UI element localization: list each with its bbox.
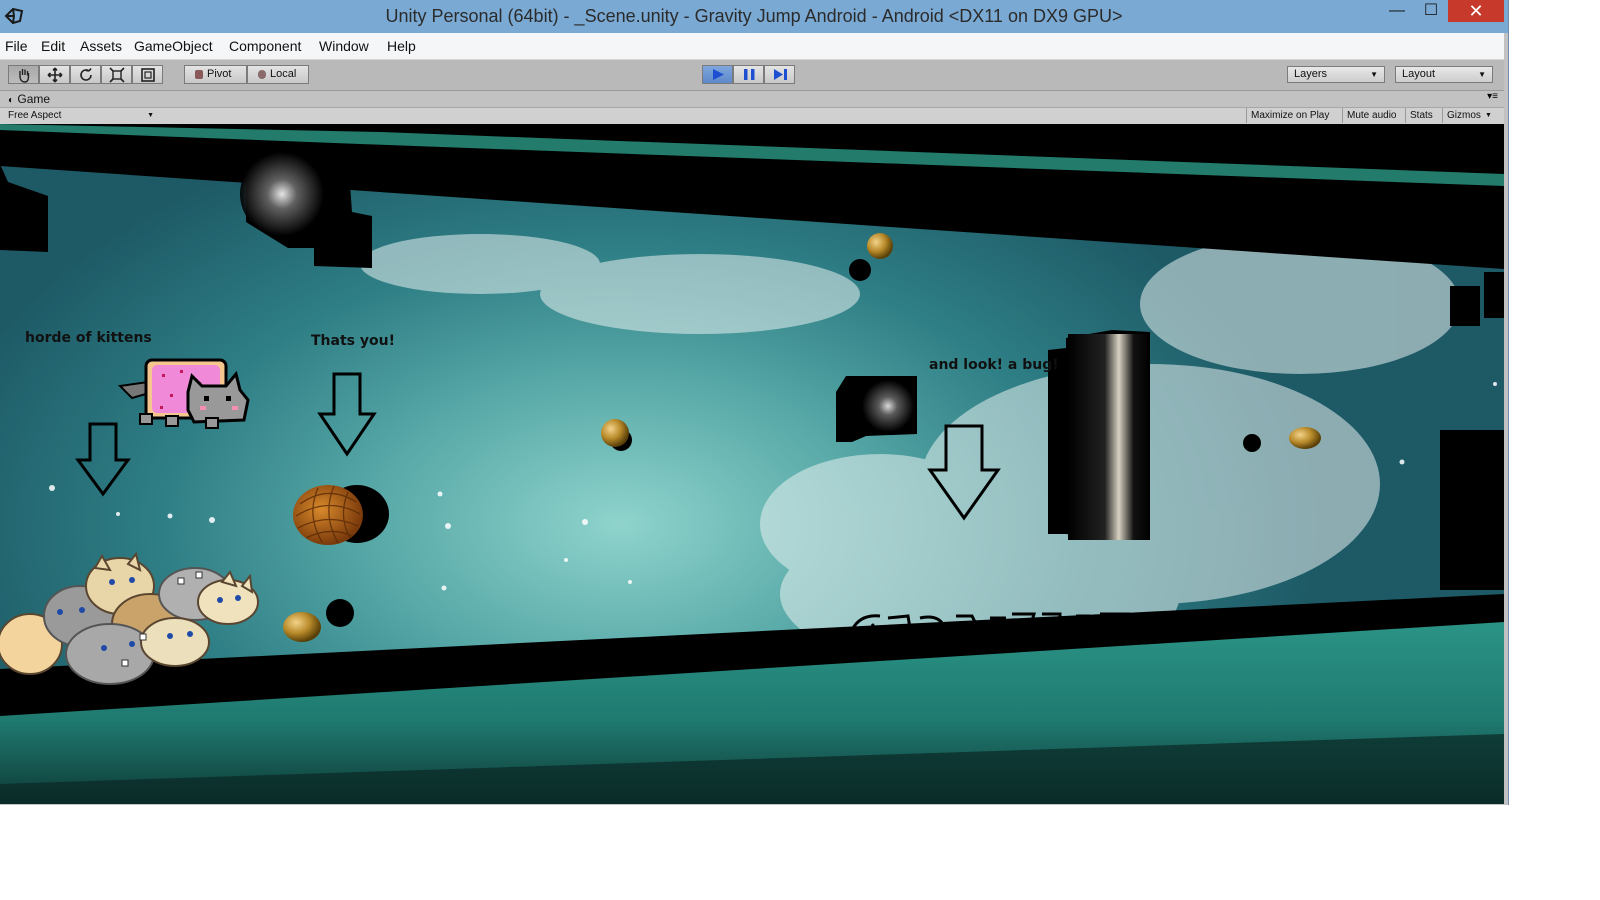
- gizmos-dropdown[interactable]: Gizmos ▼: [1442, 108, 1495, 123]
- toolbar: Pivot Local Layers ▼ Layout ▼: [0, 60, 1504, 91]
- tab-game[interactable]: ◐ Game: [8, 92, 50, 106]
- ceiling-block: [0, 164, 48, 252]
- minimize-button[interactable]: —: [1380, 0, 1414, 22]
- nyan-cat-sprite: [117, 358, 250, 429]
- rotate-icon: [80, 68, 92, 81]
- stats-toggle[interactable]: Stats: [1405, 108, 1437, 123]
- menu-window[interactable]: Window: [319, 38, 369, 54]
- scale-icon: [109, 67, 125, 83]
- annotation-bug: and look! a bug!: [929, 357, 1059, 373]
- light-orb: [862, 380, 914, 432]
- chevron-down-icon: ▼: [1370, 70, 1378, 79]
- game-tab-label: Game: [17, 92, 51, 106]
- pivot-toggle[interactable]: Pivot: [184, 65, 247, 84]
- chevron-down-icon: ▼: [1478, 70, 1486, 79]
- pause-icon: [744, 69, 755, 80]
- light-orb: [240, 152, 324, 236]
- ceiling-platform: [0, 124, 1504, 269]
- title-bar: Unity Personal (64bit) - _Scene.unity - …: [0, 0, 1508, 33]
- chevron-down-icon: ▼: [1484, 112, 1492, 119]
- layers-label: Layers: [1294, 68, 1328, 80]
- down-arrow-icon: [317, 372, 377, 457]
- move-icon: [47, 67, 63, 83]
- local-toggle[interactable]: Local: [247, 65, 309, 84]
- game-view[interactable]: horde of kittens Thats you! and look! a …: [0, 124, 1504, 804]
- menu-assets[interactable]: Assets: [80, 38, 122, 54]
- wall-block: [1484, 272, 1504, 318]
- window-title: Unity Personal (64bit) - _Scene.unity - …: [385, 6, 1123, 26]
- rotate-tool-button[interactable]: [70, 65, 101, 84]
- annotation-player: Thats you!: [311, 333, 395, 349]
- close-button[interactable]: ✕: [1448, 0, 1504, 22]
- menu-gameobject[interactable]: GameObject: [134, 38, 213, 54]
- menu-help[interactable]: Help: [387, 38, 416, 54]
- game-tab-header: ◐ Game ▾≡: [0, 91, 1504, 107]
- down-arrow-icon: [75, 422, 131, 497]
- wall-block: [1440, 430, 1504, 590]
- menu-component[interactable]: Component: [229, 38, 301, 54]
- annotation-kittens: horde of kittens: [25, 330, 152, 346]
- layers-dropdown[interactable]: Layers ▼: [1287, 66, 1385, 83]
- play-icon: [713, 69, 724, 80]
- pillar-face: [1068, 334, 1150, 540]
- move-tool-button[interactable]: [39, 65, 70, 84]
- game-view-bar: Free Aspect ▼ Maximize on Play Mute audi…: [0, 107, 1504, 125]
- game-tab-icon: ◐: [8, 95, 15, 106]
- pivot-label: Pivot: [207, 68, 232, 80]
- maximize-on-play-toggle[interactable]: Maximize on Play: [1246, 108, 1333, 123]
- step-icon: [774, 69, 787, 80]
- hand-icon: [19, 69, 30, 83]
- menu-file[interactable]: File: [5, 38, 28, 54]
- hand-tool-button[interactable]: [8, 65, 39, 84]
- mute-audio-toggle[interactable]: Mute audio: [1342, 108, 1400, 123]
- unity-window: Unity Personal (64bit) - _Scene.unity - …: [0, 0, 1509, 805]
- scale-tool-button[interactable]: [101, 65, 132, 84]
- pivot-icon: [195, 70, 203, 79]
- rect-icon: [141, 68, 155, 82]
- aspect-dropdown[interactable]: Free Aspect ▼: [0, 108, 158, 123]
- aspect-label: Free Aspect: [8, 110, 62, 121]
- panel-menu-icon[interactable]: ▾≡: [1487, 91, 1498, 102]
- play-button[interactable]: [702, 65, 733, 84]
- maximize-button[interactable]: ☐: [1414, 0, 1448, 22]
- layout-dropdown[interactable]: Layout ▼: [1395, 66, 1493, 83]
- gizmos-label: Gizmos: [1447, 110, 1481, 121]
- menu-bar: File Edit Assets GameObject Component Wi…: [0, 33, 1504, 60]
- local-icon: [258, 70, 266, 79]
- chevron-down-icon: ▼: [147, 112, 154, 119]
- layout-label: Layout: [1402, 68, 1436, 80]
- game-scene: [0, 124, 1504, 804]
- local-label: Local: [270, 68, 297, 80]
- step-button[interactable]: [764, 65, 795, 84]
- rect-tool-button[interactable]: [132, 65, 163, 84]
- menu-edit[interactable]: Edit: [41, 38, 65, 54]
- wall-block: [1450, 286, 1480, 326]
- pause-button[interactable]: [733, 65, 764, 84]
